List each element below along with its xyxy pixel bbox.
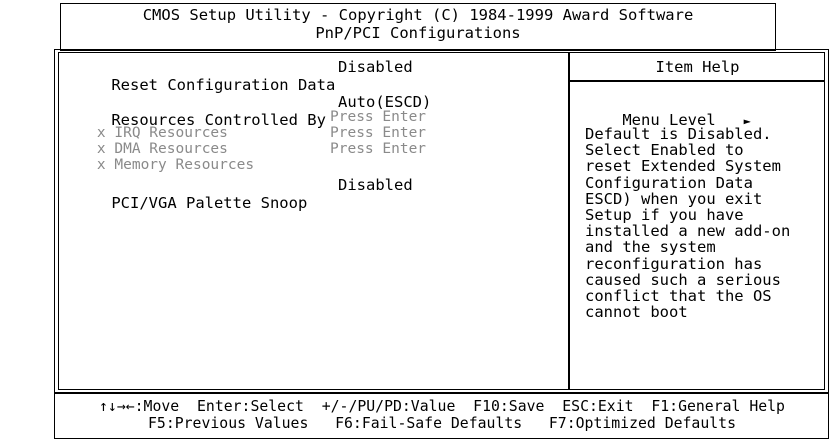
help-line: Default is Disabled. [585,125,772,143]
page-title: PnP/PCI Configurations [315,24,521,42]
setting-value-dma-resources: Press Enter [330,125,427,141]
setting-value-memory-resources: Press Enter [330,141,427,157]
setting-value-reset-config[interactable]: Disabled [338,58,413,76]
footer-keys-line2: F5:Previous Values F6:Fail-Safe Defaults… [148,415,736,432]
help-line: cannot boot [585,303,688,322]
help-text: Default is Disabled. Select Enabled to r… [585,125,791,322]
help-line: reconfiguration has [585,254,763,273]
help-line: ESCD) when you exit [585,189,763,208]
help-line: conflict that the OS [585,287,772,306]
help-line: and the system [585,238,716,257]
setting-label: Reset Configuration Data [111,76,336,94]
setting-label: PCI/VGA Palette Snoop [111,194,308,212]
help-line: Configuration Data [585,173,753,192]
help-line: reset Extended System [585,157,781,176]
setting-label: Memory Resources [114,157,255,173]
setting-value-pci-vga-snoop[interactable]: Disabled [338,176,413,194]
help-divider [568,52,570,390]
help-line: Setup if you have [585,206,744,225]
item-help-title: Item Help [655,58,740,76]
help-line: installed a new add-on [585,222,791,241]
setting-row-pci-vga-snoop[interactable]: PCI/VGA Palette Snoop [62,176,307,230]
help-title-underline [568,80,825,82]
footer-keys-line1: ↑↓→←:Move Enter:Select +/-/PU/PD:Value F… [99,398,785,415]
setting-value-irq-resources: Press Enter [330,109,427,125]
help-line: Select Enabled to [585,141,744,160]
help-line: caused such a serious [585,270,781,289]
utility-title: CMOS Setup Utility - Copyright (C) 1984-… [142,6,694,24]
disabled-marker: x [96,157,106,173]
